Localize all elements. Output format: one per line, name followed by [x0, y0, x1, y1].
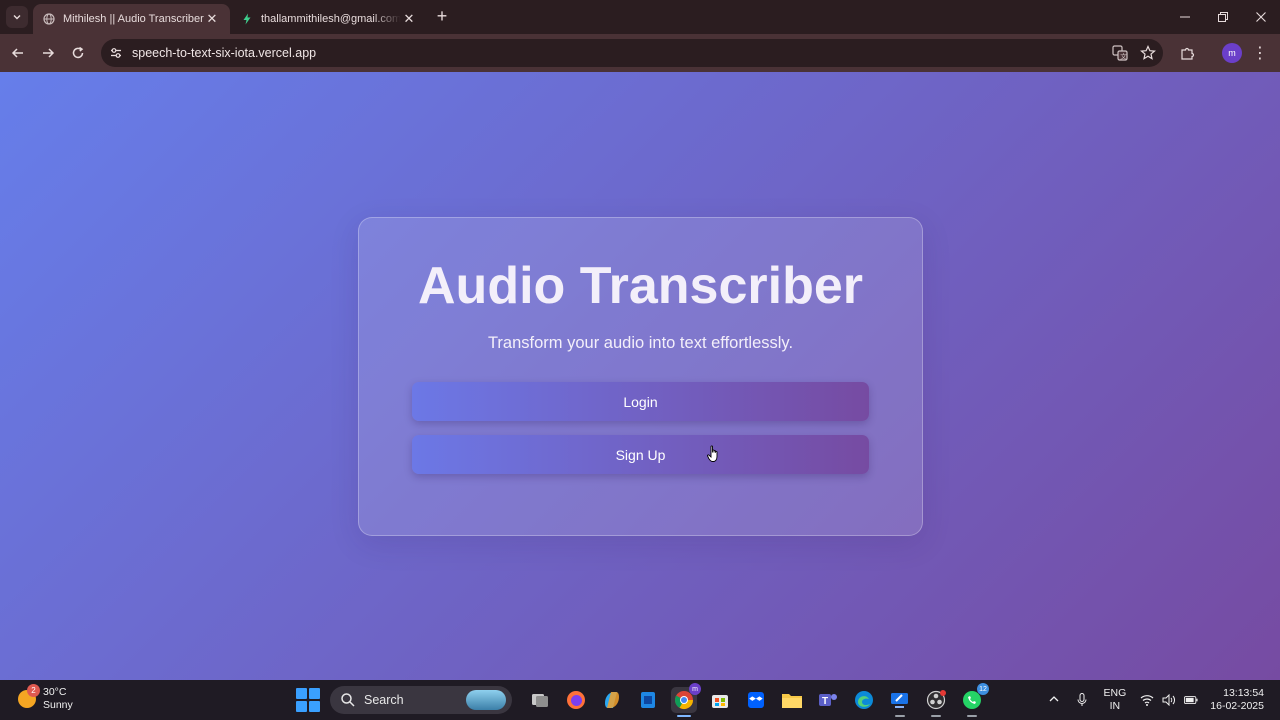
address-bar[interactable]: speech-to-text-six-iota.vercel.app 文 [101, 39, 1163, 67]
tab-close-icon[interactable]: ✕ [204, 11, 220, 27]
restore-button[interactable] [1204, 0, 1242, 34]
chrome-profile-badge: m [689, 683, 701, 695]
microsoft-store-icon[interactable] [707, 687, 733, 713]
battery-icon [1184, 693, 1198, 707]
file-explorer-icon[interactable] [779, 687, 805, 713]
extensions-puzzle-icon[interactable] [1178, 43, 1198, 63]
task-view-icon[interactable] [527, 687, 553, 713]
volume-icon [1162, 693, 1176, 707]
visual-studio-code-icon[interactable] [635, 687, 661, 713]
quick-settings[interactable] [1140, 693, 1198, 707]
weather-widget[interactable]: 2 30°C Sunny [18, 684, 73, 712]
minimize-button[interactable] [1166, 0, 1204, 34]
auth-card: Audio Transcriber Transform your audio i… [358, 217, 923, 536]
weather-badge: 2 [27, 684, 40, 697]
url-text: speech-to-text-six-iota.vercel.app [132, 46, 317, 60]
copilot-icon[interactable] [599, 687, 625, 713]
weather-temp: 30°C [43, 686, 67, 698]
page-background: Audio Transcriber Transform your audio i… [0, 72, 1280, 680]
running-app-indicator [931, 715, 941, 717]
whatsapp-notification-badge: 12 [977, 683, 989, 695]
back-button[interactable] [7, 42, 29, 64]
clock-time: 13:13:54 [1223, 687, 1264, 699]
bookmark-star-icon[interactable] [1139, 44, 1157, 62]
language-code: ENG [1103, 687, 1127, 699]
new-tab-button[interactable]: + [432, 7, 452, 27]
remote-desktop-icon[interactable] [887, 687, 913, 717]
dropbox-icon[interactable] [743, 687, 769, 713]
minimize-icon [1180, 16, 1190, 18]
running-app-indicator [895, 715, 905, 717]
chrome-icon[interactable]: m [671, 683, 701, 717]
tab-audio-transcriber[interactable]: Mithilesh || Audio Transcriber ✕ [33, 4, 230, 34]
weather-condition: Sunny [43, 699, 73, 711]
reload-icon [72, 46, 84, 59]
globe-icon [43, 13, 55, 25]
profile-avatar[interactable]: m [1222, 43, 1242, 63]
windows-taskbar: 2 30°C Sunny Search m T 12 ENG IN 13:13:… [0, 680, 1280, 720]
taskbar-apps: Search m T 12 [296, 683, 990, 717]
sun-icon: 2 [18, 684, 40, 708]
language-region: IN [1109, 700, 1121, 712]
clock[interactable]: 13:13:54 16-02-2025 [1210, 687, 1264, 713]
edge-icon[interactable] [851, 687, 877, 713]
bolt-icon [241, 13, 253, 25]
windows-start-icon[interactable] [296, 688, 320, 712]
wifi-icon [1140, 693, 1154, 707]
active-app-indicator [677, 715, 691, 717]
search-icon [341, 693, 355, 707]
reload-button[interactable] [67, 42, 89, 64]
site-info-icon[interactable] [109, 46, 123, 60]
show-hidden-icons-chevron-icon[interactable] [1046, 694, 1062, 706]
tab-search-button[interactable] [6, 6, 28, 28]
window-controls [1166, 0, 1280, 34]
search-highlight-image [466, 690, 506, 710]
signup-button[interactable]: Sign Up [412, 435, 869, 474]
browser-toolbar: speech-to-text-six-iota.vercel.app 文 m ⋮ [0, 34, 1280, 72]
clock-date: 16-02-2025 [1210, 700, 1264, 712]
tab-close-icon[interactable]: ✕ [401, 11, 417, 27]
chevron-down-icon [13, 15, 21, 20]
arrow-right-icon [43, 48, 55, 58]
search-label: Search [364, 693, 404, 707]
tab-title: Mithilesh || Audio Transcriber [63, 13, 204, 25]
browser-tab-strip: Mithilesh || Audio Transcriber ✕ thallam… [0, 0, 1280, 34]
login-button[interactable]: Login [412, 382, 869, 421]
taskbar-search[interactable]: Search [330, 686, 512, 714]
translate-icon[interactable]: 文 [1111, 44, 1129, 62]
language-indicator[interactable]: ENG IN [1104, 687, 1127, 713]
firefox-icon[interactable] [563, 687, 589, 713]
microphone-icon[interactable] [1074, 693, 1090, 707]
forward-button[interactable] [37, 42, 59, 64]
running-app-indicator [967, 715, 977, 717]
close-icon [1256, 12, 1266, 22]
restore-icon [1218, 12, 1228, 22]
obs-studio-icon[interactable] [923, 687, 949, 717]
tab-gmail-account[interactable]: thallammithilesh@gmail.com's ✕ [231, 4, 427, 34]
teams-icon[interactable]: T [815, 687, 841, 713]
tab-title: thallammithilesh@gmail.com's [261, 13, 401, 25]
close-window-button[interactable] [1242, 0, 1280, 34]
svg-text:T: T [822, 696, 828, 707]
system-tray: ENG IN 13:13:54 16-02-2025 [1046, 680, 1280, 720]
kebab-menu-icon[interactable]: ⋮ [1252, 43, 1268, 63]
whatsapp-icon[interactable]: 12 [959, 683, 989, 717]
page-title: Audio Transcriber [418, 257, 863, 315]
page-subtitle: Transform your audio into text effortles… [487, 334, 794, 352]
arrow-left-icon [11, 48, 23, 58]
svg-text:文: 文 [1120, 52, 1127, 61]
hand-cursor-icon [707, 445, 718, 462]
